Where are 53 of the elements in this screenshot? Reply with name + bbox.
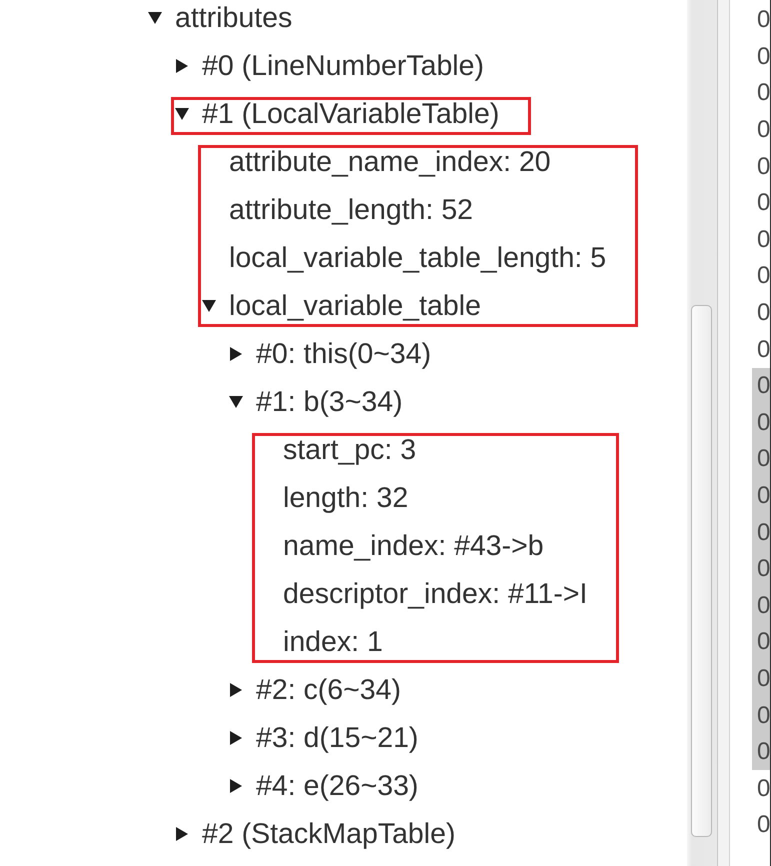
- caret-down-icon[interactable]: [148, 12, 162, 24]
- byte-cell: 0: [752, 550, 770, 588]
- tree-item[interactable]: local_variable_table: [229, 288, 481, 324]
- byte-cell-text: 0: [756, 810, 770, 840]
- tree-item[interactable]: #4: e(26~33): [256, 768, 418, 804]
- caret-right-icon[interactable]: [230, 683, 242, 697]
- byte-cell-text: 0: [756, 5, 770, 36]
- byte-cell-text: 0: [756, 115, 770, 146]
- caret-right-icon[interactable]: [176, 827, 188, 841]
- byte-cell: 0: [752, 478, 770, 514]
- caret-right-icon[interactable]: [230, 731, 242, 745]
- byte-cell: 0: [752, 441, 770, 478]
- tree-item[interactable]: #0 (LineNumberTable): [202, 48, 484, 84]
- tree-item[interactable]: length: 32: [283, 480, 408, 516]
- caret-right-icon[interactable]: [230, 779, 242, 793]
- byte-cell-text: 0: [756, 334, 770, 365]
- scrollbar-thumb[interactable]: [691, 305, 712, 837]
- tree-item[interactable]: index: 1: [283, 624, 383, 660]
- tree-item[interactable]: attributes: [175, 0, 292, 36]
- byte-cell: 0: [752, 404, 770, 442]
- caret-down-icon[interactable]: [175, 108, 189, 120]
- byte-cell-text: 0: [756, 188, 770, 218]
- byte-cell: 0: [752, 588, 770, 624]
- tree-item[interactable]: #1 (LocalVariableTable): [202, 96, 500, 132]
- caret-down-icon[interactable]: [229, 396, 243, 408]
- tree-item[interactable]: #1: b(3~34): [256, 384, 403, 420]
- byte-cell-text: 0: [756, 224, 770, 255]
- byte-cell: 0: [752, 624, 770, 661]
- byte-cell: 0: [752, 734, 770, 770]
- tree-item[interactable]: attribute_length: 52: [229, 192, 474, 228]
- tree-item[interactable]: #2 (StackMapTable): [202, 816, 456, 852]
- tree-item[interactable]: #2: c(6~34): [256, 672, 401, 708]
- byte-cell-text: 0: [756, 774, 770, 804]
- tree-item[interactable]: descriptor_index: #11->I: [283, 576, 588, 612]
- byte-cell-text: 0: [756, 298, 770, 328]
- byte-cell-text: 0: [756, 78, 770, 108]
- caret-right-icon[interactable]: [230, 347, 242, 361]
- caret-down-icon[interactable]: [202, 300, 216, 312]
- tree-item[interactable]: #3: d(15~21): [256, 720, 418, 756]
- byte-cell-text: 0: [756, 152, 770, 182]
- tree-item[interactable]: attribute_name_index: 20: [229, 144, 551, 180]
- tree-item[interactable]: local_variable_table_length: 5: [229, 240, 606, 276]
- tree-item[interactable]: start_pc: 3: [283, 432, 416, 468]
- byte-cell: 0: [752, 660, 770, 698]
- byte-cell: 0: [752, 514, 770, 551]
- byte-cell-text: 0: [756, 42, 770, 72]
- byte-cell: 0: [752, 368, 770, 405]
- tree-item[interactable]: name_index: #43->b: [283, 528, 544, 564]
- byte-cell: 0: [752, 697, 770, 734]
- byte-cell-text: 0: [756, 261, 770, 292]
- tree-item[interactable]: #0: this(0~34): [256, 336, 432, 372]
- scrollbar[interactable]: [687, 0, 718, 866]
- caret-right-icon[interactable]: [176, 59, 188, 73]
